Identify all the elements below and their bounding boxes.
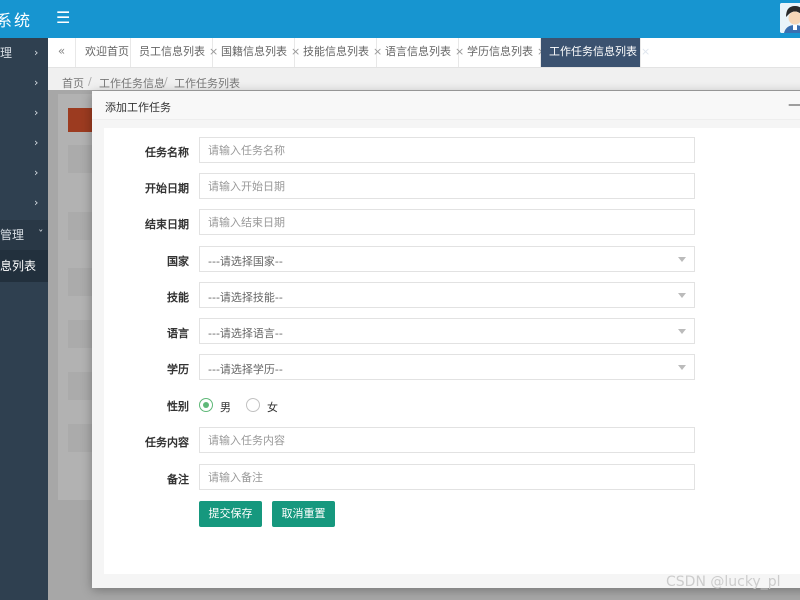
language-label: 语言 <box>167 327 189 340</box>
tab-employee-list[interactable]: 员工信息列表 × <box>131 38 218 67</box>
education-label: 学历 <box>167 363 189 376</box>
task-content-label: 任务内容 <box>145 436 189 449</box>
sidebar-item-2[interactable]: 理 › <box>0 68 48 98</box>
chevron-right-icon: › <box>34 136 39 149</box>
double-chevron-left-icon[interactable]: « <box>48 38 76 67</box>
chevron-down-icon <box>678 329 686 334</box>
tab-skill-list[interactable]: 技能信息列表 × <box>295 38 382 67</box>
chevron-right-icon: › <box>34 46 39 59</box>
tab-bar: « 欢迎首页 员工信息列表 × 国籍信息列表 × 技能信息列表 × 语言信息列表 × 学… <box>48 38 800 68</box>
task-name-input[interactable] <box>199 137 695 163</box>
language-select[interactable]: ---请选择语言-- <box>199 318 695 344</box>
dialog-body: 任务名称 开始日期 结束日期 国家 ---请选择国家-- 技能 ---请选择技能… <box>92 120 800 588</box>
dialog-title: 添加工作任务 <box>105 101 171 114</box>
sidebar-item-3[interactable]: 理 › <box>0 98 48 128</box>
education-select-value: ---请选择学历-- <box>208 363 283 376</box>
tab-nationality-list[interactable]: 国籍信息列表 × <box>213 38 300 67</box>
sidebar-item-label: 管理 <box>0 46 13 60</box>
gender-female-label[interactable]: 女 <box>267 399 278 415</box>
task-form: 任务名称 开始日期 结束日期 国家 ---请选择国家-- 技能 ---请选择技能… <box>104 128 800 574</box>
end-date-label: 结束日期 <box>145 218 189 231</box>
tab-label: 国籍信息列表 <box>221 45 287 58</box>
sidebar-item-label: 息管理 <box>0 228 25 242</box>
country-select[interactable]: ---请选择国家-- <box>199 246 695 272</box>
chevron-right-icon: › <box>34 76 39 89</box>
dialog-header: 添加工作任务 — <box>92 91 800 120</box>
add-task-dialog: 添加工作任务 — 任务名称 开始日期 结束日期 国家 ---请选择国家-- 技能… <box>92 91 800 588</box>
gender-male-label[interactable]: 男 <box>220 399 231 415</box>
sidebar-item-task-info[interactable]: 息管理 ˇ <box>0 220 48 250</box>
gender-female-radio[interactable] <box>246 398 260 412</box>
tab-education-list[interactable]: 学历信息列表× <box>459 38 546 67</box>
task-content-input[interactable] <box>199 427 695 453</box>
sidebar: 管理 › 理 › 理 › 理 › 理 › 理 › 息管理 ˇ 信息列表 <box>0 38 48 600</box>
start-date-label: 开始日期 <box>145 182 189 195</box>
submit-save-button[interactable]: 提交保存 <box>199 501 262 527</box>
tab-label: 员工信息列表 <box>139 45 205 58</box>
task-name-label: 任务名称 <box>145 146 189 159</box>
breadcrumb-separator: / <box>88 75 92 88</box>
skill-select[interactable]: ---请选择技能-- <box>199 282 695 308</box>
tab-task-list[interactable]: 工作任务信息列表 × <box>541 38 650 67</box>
tab-label: 语言信息列表 <box>385 45 451 58</box>
language-select-value: ---请选择语言-- <box>208 327 283 340</box>
start-date-input[interactable] <box>199 173 695 199</box>
close-icon[interactable]: × <box>641 45 650 58</box>
tab-label: 工作任务信息列表 <box>549 45 637 58</box>
gender-label: 性别 <box>167 400 189 413</box>
sidebar-item-6[interactable]: 理 › <box>0 188 48 218</box>
gender-male-radio[interactable] <box>199 398 213 412</box>
end-date-input[interactable] <box>199 209 695 235</box>
skill-select-value: ---请选择技能-- <box>208 291 283 304</box>
sidebar-item-5[interactable]: 理 › <box>0 158 48 188</box>
tab-language-list[interactable]: 语言信息列表 × <box>377 38 464 67</box>
chevron-right-icon: › <box>34 106 39 119</box>
app-brand: 系统 <box>0 11 33 30</box>
country-label: 国家 <box>167 255 189 268</box>
breadcrumb-task-list: 工作任务列表 <box>174 77 240 90</box>
education-select[interactable]: ---请选择学历-- <box>199 354 695 380</box>
chevron-down-icon: ˇ <box>38 228 44 241</box>
remark-label: 备注 <box>167 473 189 486</box>
skill-label: 技能 <box>167 291 189 304</box>
chevron-down-icon <box>678 257 686 262</box>
sidebar-subitem-label: 信息列表 <box>0 259 37 273</box>
chevron-down-icon <box>678 293 686 298</box>
sidebar-item-4[interactable]: 理 › <box>0 128 48 158</box>
chevron-down-icon <box>678 365 686 370</box>
user-avatar[interactable] <box>780 3 800 33</box>
watermark: CSDN @lucky_pl <box>666 574 781 590</box>
avatar-icon <box>780 3 800 33</box>
tab-label: 欢迎首页 <box>85 45 129 58</box>
cancel-reset-button[interactable]: 取消重置 <box>272 501 335 527</box>
chevron-right-icon: › <box>34 166 39 179</box>
breadcrumb-task-info[interactable]: 工作任务信息 <box>99 75 165 91</box>
remark-input[interactable] <box>199 464 695 490</box>
sidebar-item-1[interactable]: 管理 › <box>0 38 48 68</box>
breadcrumb-separator: / <box>164 75 168 88</box>
menu-toggle-icon[interactable]: ☰ <box>56 8 70 28</box>
tab-label: 技能信息列表 <box>303 45 369 58</box>
chevron-right-icon: › <box>34 196 39 209</box>
sidebar-subitem-task-list[interactable]: 信息列表 <box>0 250 48 282</box>
minimize-icon[interactable]: — <box>788 97 800 113</box>
tab-welcome[interactable]: 欢迎首页 <box>77 38 131 67</box>
breadcrumb-home[interactable]: 首页 <box>62 75 84 91</box>
tab-label: 学历信息列表 <box>467 45 533 58</box>
country-select-value: ---请选择国家-- <box>208 255 283 268</box>
top-bar: 系统 ☰ <box>0 0 800 38</box>
